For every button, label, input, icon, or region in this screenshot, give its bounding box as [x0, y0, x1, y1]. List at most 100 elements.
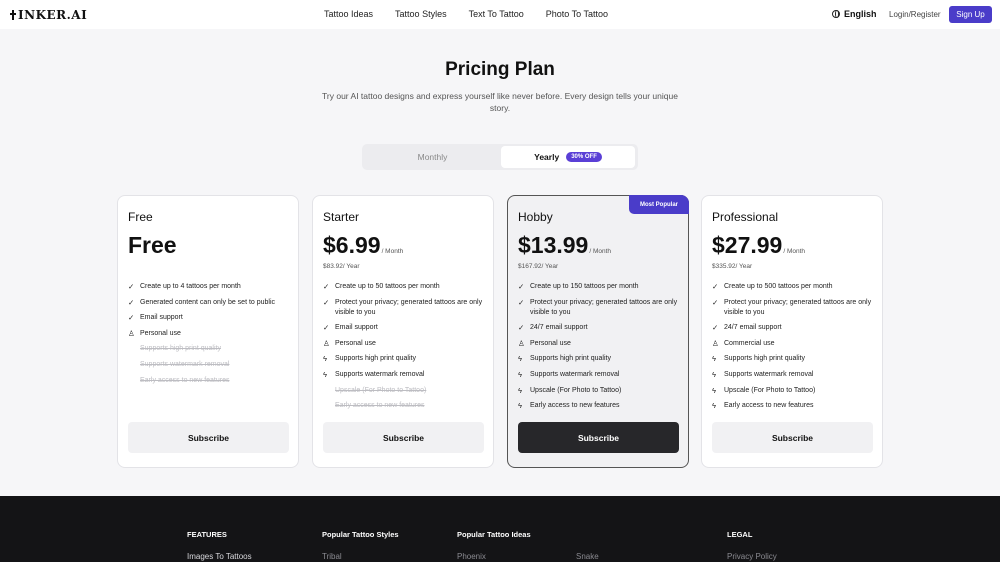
feature-item: ϟ Supports high print quality	[712, 354, 877, 364]
signup-button[interactable]: Sign Up	[949, 6, 992, 23]
price-period: / Month	[783, 248, 806, 255]
page-subtitle: Try our AI tattoo designs and express yo…	[322, 91, 678, 113]
toggle-yearly[interactable]: Yearly 30% OFF	[501, 146, 635, 168]
feature-item: ϟ Supports watermark removal	[518, 370, 683, 380]
nav-tattoo-styles[interactable]: Tattoo Styles	[395, 9, 447, 19]
feature-text: Protect your privacy; generated tattoos …	[335, 298, 483, 316]
top-navbar: INKER.AI Tattoo Ideas Tattoo Styles Text…	[0, 0, 1000, 29]
feature-item: ϟ Early access to new features	[518, 401, 683, 411]
footer-styles-heading: Popular Tattoo Styles	[322, 530, 399, 539]
feature-text: Email support	[140, 314, 183, 322]
footer-link-snake[interactable]: Snake	[576, 552, 599, 561]
yearly-price: $83.92/ Year	[323, 263, 360, 270]
feature-text: Upscale (For Photo to Tattoo)	[724, 386, 816, 394]
plan-price: $27.99/ Month	[712, 232, 805, 259]
footer-link-images-to-tattoos[interactable]: Images To Tattoos	[187, 552, 252, 561]
feature-list: ✓ Create up to 150 tattoos per month ✓ Prot…	[518, 282, 683, 417]
subscribe-button[interactable]: Subscribe	[323, 422, 484, 453]
nav-photo-to-tattoo[interactable]: Photo To Tattoo	[546, 9, 608, 19]
check-icon: ✓	[518, 323, 525, 333]
feature-list: ✓ Create up to 50 tattoos per month ✓ Prote…	[323, 282, 488, 417]
bolt-icon: ϟ	[712, 385, 716, 395]
check-icon: ✓	[128, 297, 135, 307]
language-selector[interactable]: English	[832, 9, 877, 19]
footer-legal-heading: LEGAL	[727, 530, 753, 539]
feature-text: Upscale (For Photo to Tattoo)	[530, 386, 622, 394]
feature-text: Supports watermark removal	[530, 370, 620, 378]
nav-tattoo-ideas[interactable]: Tattoo Ideas	[324, 9, 373, 19]
feature-text: Early access to new features	[724, 402, 814, 410]
feature-item: ϟ Upscale (For Photo to Tattoo)	[712, 386, 877, 396]
discount-badge: 30% OFF	[566, 152, 602, 162]
plan-card-professional: Professional $27.99/ Month $335.92/ Year ✓ C…	[701, 195, 883, 468]
feature-item: Early access to new features	[128, 376, 293, 386]
logo[interactable]: INKER.AI	[10, 8, 87, 22]
check-icon: ✓	[518, 282, 525, 291]
check-icon: ✓	[712, 323, 719, 333]
plan-name: Starter	[323, 210, 360, 224]
most-popular-tag: Most Popular	[629, 195, 689, 214]
bolt-icon: ϟ	[323, 369, 327, 379]
footer-link-tribal[interactable]: Tribal	[322, 552, 399, 561]
feature-text: Protect your privacy; generated tattoos …	[530, 298, 678, 316]
footer-ideas-column: Popular Tattoo Ideas Phoenix	[457, 530, 531, 561]
nav-text-to-tattoo[interactable]: Text To Tattoo	[469, 9, 524, 19]
subscribe-button[interactable]: Subscribe	[712, 422, 873, 453]
price-period: / Month	[589, 248, 612, 255]
plan-name: Professional	[712, 210, 779, 224]
footer-styles-column: Popular Tattoo Styles Tribal	[322, 530, 399, 561]
check-icon: ✓	[518, 297, 525, 307]
feature-item: ϟ Supports watermark removal	[323, 370, 488, 380]
feature-list: ✓ Create up to 500 tattoos per month ✓ Prot…	[712, 282, 877, 417]
subscribe-button[interactable]: Subscribe	[128, 422, 289, 453]
footer: FEATURES Images To Tattoos Popular Tatto…	[0, 496, 1000, 562]
yearly-price: $167.92/ Year	[518, 263, 559, 270]
feature-item: Supports watermark removal	[128, 360, 293, 370]
user-icon: ♙	[518, 338, 525, 348]
feature-item: ✓ 24/7 email support	[712, 323, 877, 333]
feature-item: ✓ Create up to 4 tattoos per month	[128, 282, 293, 292]
feature-item: ✓ Protect your privacy; generated tattoos…	[323, 298, 488, 318]
feature-text: Supports high print quality	[335, 355, 416, 363]
bolt-icon: ϟ	[518, 354, 522, 364]
footer-ideas-heading: Popular Tattoo Ideas	[457, 530, 531, 539]
feature-text: Protect your privacy; generated tattoos …	[724, 298, 872, 316]
feature-text: Early access to new features	[530, 402, 620, 410]
feature-item: ϟ Supports high print quality	[518, 354, 683, 364]
users-icon: ♙	[712, 338, 719, 348]
footer-link-phoenix[interactable]: Phoenix	[457, 552, 531, 561]
plan-price: $6.99/ Month	[323, 232, 403, 259]
feature-item: ✓ Email support	[323, 323, 488, 333]
user-icon: ♙	[323, 338, 330, 348]
bolt-icon: ϟ	[712, 401, 716, 411]
check-icon: ✓	[128, 313, 135, 323]
toggle-monthly[interactable]: Monthly	[364, 146, 501, 168]
page-title: Pricing Plan	[445, 59, 555, 80]
feature-item: ♙ Commercial use	[712, 339, 877, 349]
feature-item: Early access to new features	[323, 401, 488, 411]
feature-text: Personal use	[140, 329, 181, 337]
check-icon: ✓	[323, 297, 330, 307]
bolt-icon: ϟ	[323, 354, 327, 364]
footer-link-privacy-policy[interactable]: Privacy Policy	[727, 552, 777, 561]
feature-text: Supports high print quality	[140, 345, 221, 353]
feature-item: ϟ Early access to new features	[712, 401, 877, 411]
bolt-icon: ϟ	[518, 401, 522, 411]
user-icon: ♙	[128, 328, 135, 338]
feature-text: Create up to 50 tattoos per month	[335, 283, 440, 290]
check-icon: ✓	[323, 323, 330, 333]
feature-text: 24/7 email support	[530, 324, 588, 332]
feature-item: ✓ Protect your privacy; generated tattoos…	[712, 298, 877, 318]
subscribe-button[interactable]: Subscribe	[518, 422, 679, 453]
feature-item: ✓ Protect your privacy; generated tattoos…	[518, 298, 683, 318]
login-register-link[interactable]: Login/Register	[889, 10, 941, 19]
plan-card-hobby: Most Popular Hobby $13.99/ Month $167.92/ Y…	[507, 195, 689, 468]
feature-text: Early access to new features	[335, 402, 425, 410]
feature-text: Commercial use	[724, 339, 775, 347]
globe-icon	[832, 10, 840, 18]
feature-item: ♙ Personal use	[128, 329, 293, 339]
feature-text: Personal use	[335, 339, 376, 347]
feature-item: ✓ Generated content can only be set to pu…	[128, 298, 293, 308]
feature-text: Generated content can only be set to pub…	[140, 298, 276, 306]
feature-item: ϟ Upscale (For Photo to Tattoo)	[518, 386, 683, 396]
